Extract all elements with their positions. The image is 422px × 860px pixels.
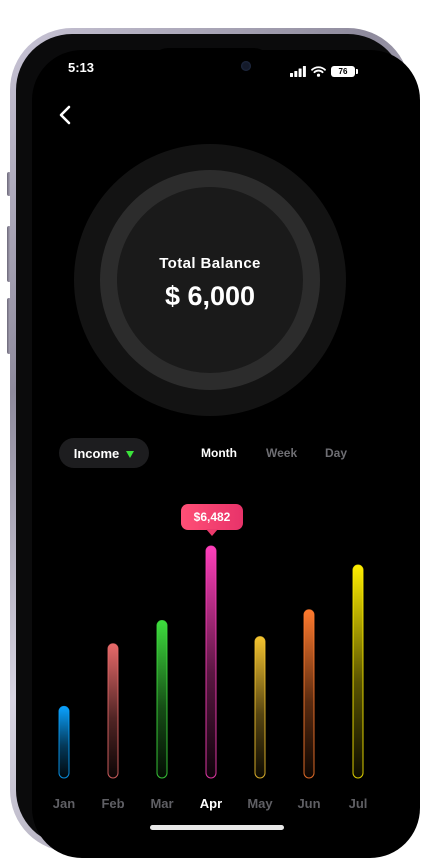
month-label-jun[interactable]: Jun xyxy=(289,796,329,811)
battery-icon: 76 xyxy=(331,65,358,77)
wifi-icon xyxy=(311,65,326,77)
month-label-may[interactable]: May xyxy=(240,796,280,811)
status-icons: 76 xyxy=(290,64,358,78)
back-chevron-icon[interactable] xyxy=(55,103,75,127)
month-label-apr[interactable]: Apr xyxy=(191,796,231,811)
status-time: 5:13 xyxy=(68,60,95,75)
dynamic-island xyxy=(150,48,272,84)
balance-value: $ 6,000 xyxy=(164,281,256,311)
income-label: Income xyxy=(73,445,120,461)
month-label-mar[interactable]: Mar xyxy=(142,796,182,811)
month-label-jul[interactable]: Jul xyxy=(338,796,378,811)
month-label-jan[interactable]: Jan xyxy=(44,796,84,811)
tab-week[interactable]: Week xyxy=(266,446,297,460)
caret-down-icon xyxy=(126,450,135,458)
camera-icon xyxy=(241,61,251,71)
value-tooltip: $6,482 xyxy=(181,504,243,536)
tab-month[interactable]: Month xyxy=(201,446,237,460)
income-dropdown[interactable]: Income xyxy=(59,438,149,468)
balance-label: Total Balance xyxy=(159,255,261,272)
balance-inner-circle xyxy=(117,187,303,373)
signal-icon xyxy=(290,65,306,77)
tab-day[interactable]: Day xyxy=(325,446,347,460)
month-label-feb[interactable]: Feb xyxy=(93,796,133,811)
home-indicator[interactable] xyxy=(150,825,284,830)
